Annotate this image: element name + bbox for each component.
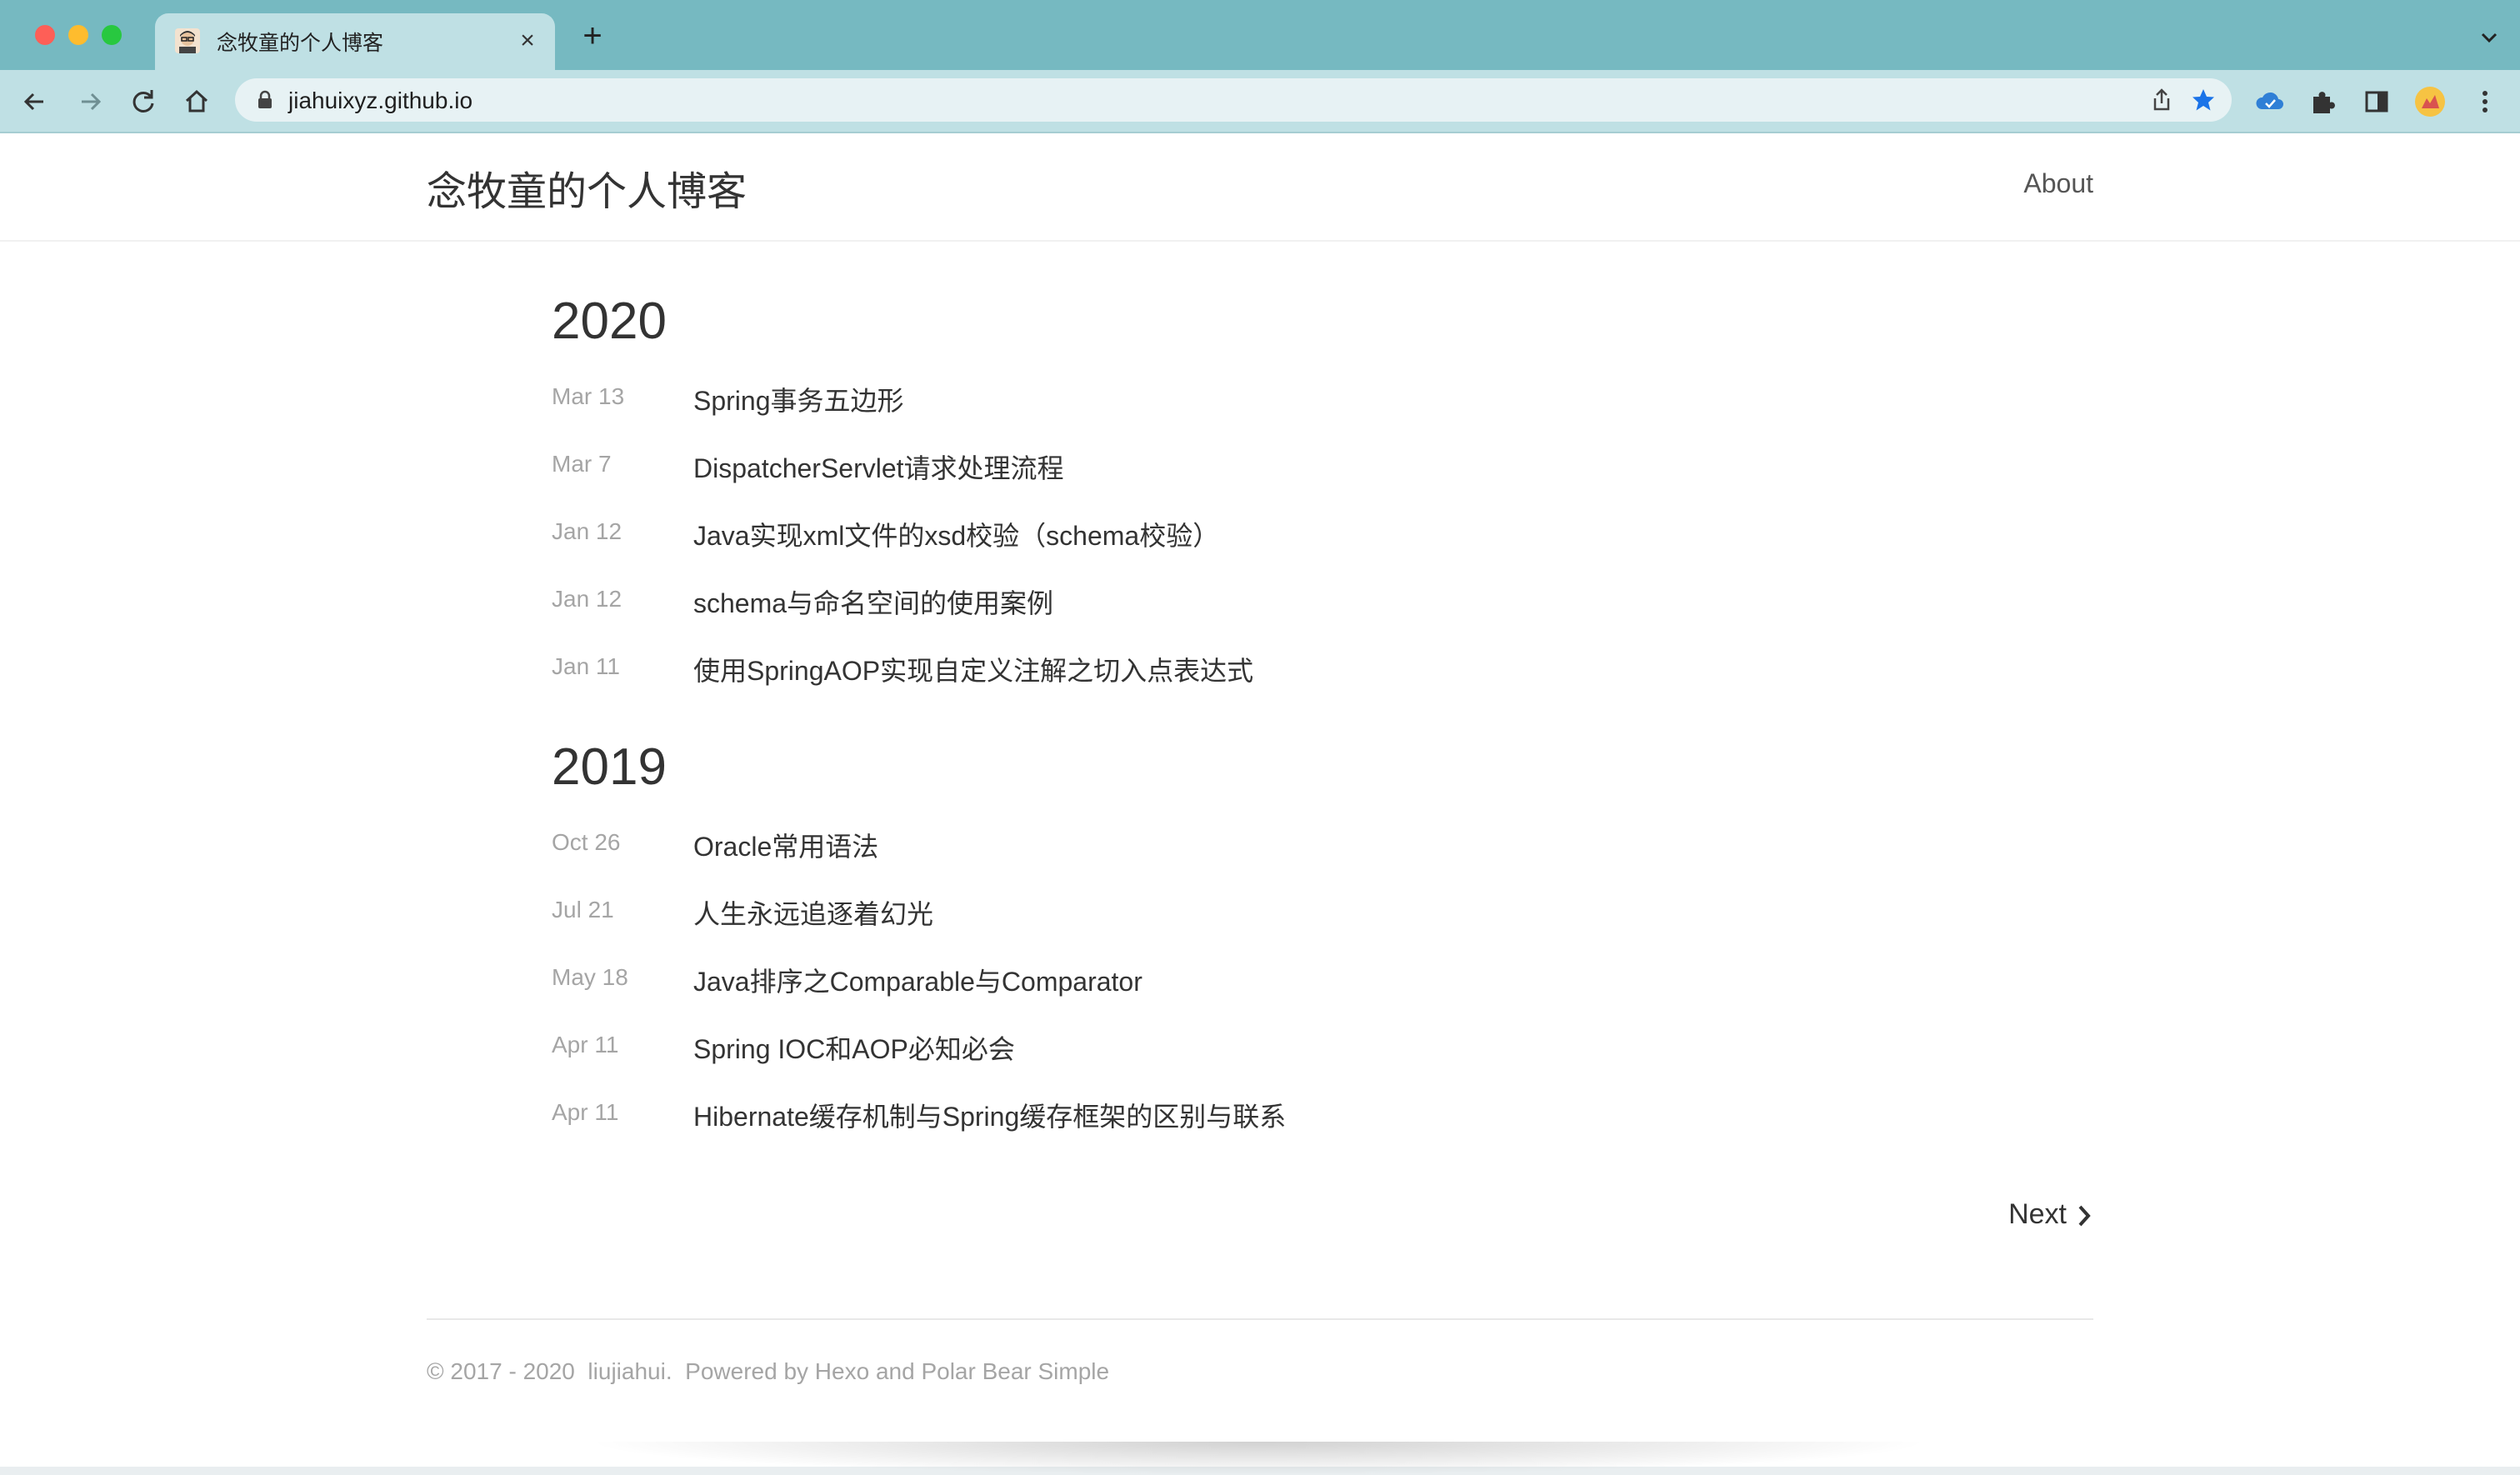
post-date: Jan 12 [552, 518, 622, 544]
site-header: 念牧童的个人博客 About [0, 133, 2520, 242]
post-date: Oct 26 [552, 829, 621, 855]
menu-kebab-icon[interactable] [2468, 85, 2502, 118]
post-date: Jul 21 [552, 897, 614, 922]
post-item: May 18 Java排序之Comparable与Comparator [552, 948, 2093, 1015]
post-title-link[interactable]: Oracle常用语法 [693, 826, 878, 864]
post-title-link[interactable]: schema与命名空间的使用案例 [693, 582, 1053, 621]
year-group-2020: 2020 Mar 13 Spring事务五边形 Mar 7 Dispatcher… [552, 290, 2093, 704]
next-page-link[interactable]: Next [2008, 1198, 2093, 1231]
post-item: Jul 21 人生永远追逐着幻光 [552, 880, 2093, 948]
post-date: Mar 7 [552, 451, 612, 477]
browser-toolbar: jiahuixyz.github.io [0, 70, 2520, 133]
forward-arrow-icon[interactable] [73, 85, 107, 118]
footer-divider [427, 1318, 2093, 1320]
side-panel-icon[interactable] [2360, 85, 2393, 118]
reload-icon[interactable] [127, 85, 160, 118]
profile-avatar-icon[interactable] [2413, 85, 2447, 118]
web-page: 念牧童的个人博客 About 2020 Mar 13 Spring事务五边形 M… [0, 133, 2520, 1467]
post-title-link[interactable]: Spring IOC和AOP必知必会 [693, 1028, 1015, 1067]
chevron-down-icon[interactable] [2477, 25, 2502, 50]
chevron-right-icon [2078, 1205, 2091, 1227]
extensions-puzzle-icon[interactable] [2307, 85, 2340, 118]
home-icon[interactable] [180, 85, 213, 118]
post-title-link[interactable]: 人生永远追逐着幻光 [693, 893, 933, 932]
url-text[interactable]: jiahuixyz.github.io [288, 88, 472, 114]
close-tab-icon[interactable]: × [513, 27, 542, 55]
post-date: Apr 11 [552, 1099, 619, 1125]
post-item: Jan 12 schema与命名空间的使用案例 [552, 569, 2093, 637]
bookmark-star-icon[interactable] [2190, 87, 2217, 113]
post-date: Apr 11 [552, 1032, 619, 1058]
year-group-2019: 2019 Oct 26 Oracle常用语法 Jul 21 人生永远追逐着幻光 … [552, 736, 2093, 1150]
address-bar[interactable]: jiahuixyz.github.io [235, 78, 2232, 122]
avatar-favicon-icon [175, 28, 200, 53]
footer-text: © 2017 - 2020 liujiahui. Powered by Hexo… [427, 1358, 1110, 1384]
post-item: Jan 12 Java实现xml文件的xsd校验（schema校验） [552, 502, 2093, 569]
next-page-label: Next [2008, 1198, 2067, 1230]
post-item: Oct 26 Oracle常用语法 [552, 812, 2093, 880]
lock-icon[interactable] [255, 90, 275, 110]
post-date: Mar 13 [552, 383, 625, 409]
post-title-link[interactable]: 使用SpringAOP实现自定义注解之切入点表达式 [693, 650, 1253, 688]
post-item: Mar 13 Spring事务五边形 [552, 367, 2093, 434]
post-title-link[interactable]: Java排序之Comparable与Comparator [693, 961, 1142, 999]
share-icon[interactable] [2148, 87, 2175, 113]
post-date: Jan 11 [552, 653, 620, 679]
minimize-window-button[interactable] [68, 25, 88, 45]
post-title-link[interactable]: Java实现xml文件的xsd校验（schema校验） [693, 515, 1219, 553]
browser-tabstrip: 念牧童的个人博客 × + [0, 0, 2520, 70]
post-item: Apr 11 Hibernate缓存机制与Spring缓存框架的区别与联系 [552, 1082, 2093, 1150]
window-shadow [583, 1442, 1933, 1475]
year-heading: 2019 [552, 738, 667, 796]
archive-list: 2020 Mar 13 Spring事务五边形 Mar 7 Dispatcher… [552, 290, 2093, 1173]
browser-tab-active[interactable]: 念牧童的个人博客 × [155, 13, 555, 70]
post-title-link[interactable]: DispatcherServlet请求处理流程 [693, 448, 1064, 486]
back-arrow-icon[interactable] [18, 85, 52, 118]
new-tab-icon[interactable]: + [578, 19, 607, 52]
post-title-link[interactable]: Hibernate缓存机制与Spring缓存框架的区别与联系 [693, 1096, 1286, 1134]
site-title-link[interactable]: 念牧童的个人博客 [427, 158, 747, 217]
nav-about-link[interactable]: About [2023, 168, 2093, 199]
post-title-link[interactable]: Spring事务五边形 [693, 380, 904, 418]
post-item: Apr 11 Spring IOC和AOP必知必会 [552, 1015, 2093, 1082]
cloud-sync-icon[interactable] [2253, 85, 2287, 118]
post-item: Jan 11 使用SpringAOP实现自定义注解之切入点表达式 [552, 637, 2093, 704]
post-date: May 18 [552, 964, 628, 990]
tab-title: 念牧童的个人博客 [217, 32, 384, 55]
year-heading: 2020 [552, 292, 667, 350]
post-item: Mar 7 DispatcherServlet请求处理流程 [552, 434, 2093, 502]
close-window-button[interactable] [35, 25, 55, 45]
post-date: Jan 12 [552, 586, 622, 612]
maximize-window-button[interactable] [102, 25, 122, 45]
